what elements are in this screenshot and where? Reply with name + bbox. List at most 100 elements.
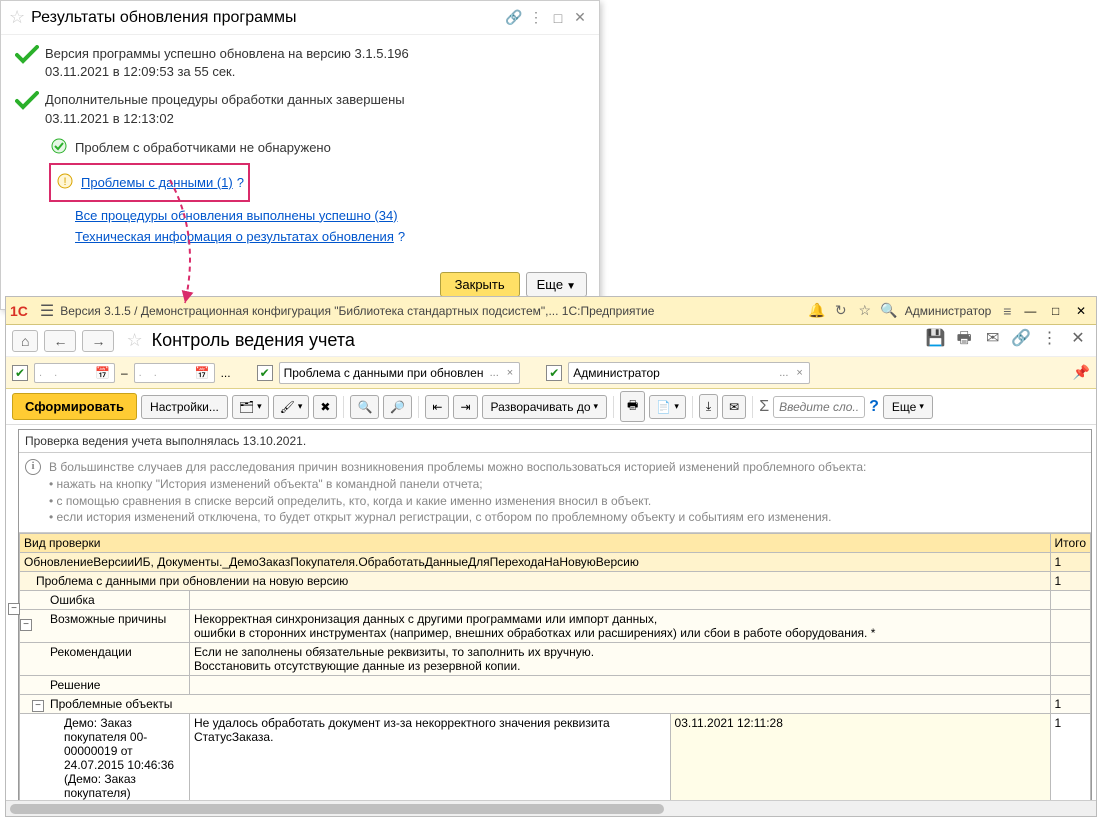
close-button[interactable]: Закрыть bbox=[440, 272, 520, 297]
info-bullet2: • с помощью сравнения в списке версий оп… bbox=[49, 493, 1085, 510]
find-button[interactable]: 🔍 bbox=[350, 395, 379, 419]
expand-button[interactable]: ⇥ bbox=[453, 395, 477, 419]
detail-row: Решение bbox=[20, 676, 1091, 695]
problem-filter-input[interactable] bbox=[284, 366, 484, 380]
report-area[interactable]: − − − Проверка ведения учета выполнялась… bbox=[6, 425, 1096, 800]
group-row[interactable]: Проблема с данными при обновлении на нов… bbox=[20, 572, 1091, 591]
problem-filter-field[interactable]: ... × bbox=[279, 362, 521, 384]
objects-total: 1 bbox=[1050, 695, 1090, 714]
user-filter-input[interactable] bbox=[573, 366, 773, 380]
report-inner: Проверка ведения учета выполнялась 13.10… bbox=[18, 429, 1092, 800]
search-icon[interactable]: 🔍 bbox=[877, 302, 901, 319]
doc-date-cell[interactable]: 03.11.2021 12:11:28 bbox=[670, 714, 1050, 800]
help-icon[interactable]: ? bbox=[398, 229, 405, 244]
kebab-menu-icon[interactable]: ⋮ bbox=[1038, 328, 1062, 348]
dialog-header: ☆ Результаты обновления программы 🔗 ⋮ □ … bbox=[1, 1, 599, 35]
user-filter-field[interactable]: ... × bbox=[568, 362, 810, 384]
link-icon[interactable]: 🔗 bbox=[503, 9, 525, 26]
ellipsis-btn[interactable]: ... bbox=[221, 366, 231, 380]
print-icon[interactable]: 🖶 bbox=[952, 327, 976, 354]
clear-button[interactable]: ✖ bbox=[313, 395, 337, 419]
user-label[interactable]: Администратор bbox=[901, 304, 996, 318]
ellipsis-btn[interactable]: ... bbox=[777, 367, 790, 379]
clear-btn[interactable]: × bbox=[505, 367, 515, 379]
group-row[interactable]: ОбновлениеВерсииИБ, Документы._ДемоЗаказ… bbox=[20, 553, 1091, 572]
collapse-button[interactable]: ⇤ bbox=[425, 395, 449, 419]
page-header-row: ⌂ ← → ☆ Контроль ведения учета 💾 🖶 ✉ 🔗 ⋮… bbox=[6, 325, 1096, 357]
send-button[interactable]: ✉ bbox=[722, 395, 746, 419]
objects-row[interactable]: Проблемные объекты 1 bbox=[20, 695, 1091, 714]
close-page-icon[interactable]: ✕ bbox=[1066, 328, 1090, 348]
find-prev-button[interactable]: 🔎 bbox=[383, 395, 412, 419]
maximize-icon[interactable]: □ bbox=[547, 10, 569, 26]
bell-icon[interactable]: 🔔 bbox=[805, 302, 829, 319]
page-star-icon[interactable]: ☆ bbox=[126, 330, 142, 350]
back-button[interactable]: ← bbox=[44, 330, 76, 352]
expand-to-button[interactable]: Разворачивать до▾ bbox=[482, 395, 608, 419]
maximize-icon[interactable]: □ bbox=[1045, 304, 1067, 318]
horizontal-scrollbar[interactable] bbox=[6, 800, 1096, 816]
save-icon[interactable]: 💾 bbox=[924, 328, 948, 348]
date-to-field[interactable]: . .📅 bbox=[134, 363, 215, 383]
cell-value-input[interactable] bbox=[779, 400, 859, 414]
hamburger-icon[interactable]: ☰ bbox=[40, 301, 54, 321]
sigma-icon[interactable]: Σ bbox=[759, 398, 769, 416]
date-filter-checkbox[interactable]: ✔ bbox=[12, 365, 28, 381]
reco-label: Рекомендации bbox=[20, 643, 190, 676]
tree-toggle[interactable]: − bbox=[32, 700, 44, 712]
report-table: Вид проверки Итого ОбновлениеВерсииИБ, Д… bbox=[19, 533, 1091, 800]
problem-filter-checkbox[interactable]: ✔ bbox=[257, 365, 273, 381]
check-icon bbox=[15, 91, 45, 127]
brush-button[interactable]: 🖌▾ bbox=[273, 395, 310, 419]
tree-toggle[interactable]: − bbox=[20, 619, 32, 631]
entry-procedures-done: Дополнительные процедуры обработки данны… bbox=[15, 91, 585, 127]
pin-icon[interactable]: 📌 bbox=[1073, 364, 1090, 381]
link-icon[interactable]: 🔗 bbox=[1009, 328, 1033, 348]
kebab-menu-icon[interactable]: ⋮ bbox=[525, 9, 547, 26]
more-button-label: Еще bbox=[537, 277, 563, 292]
window-controls: — □ ✕ bbox=[1019, 304, 1092, 318]
more-button[interactable]: Еще▼ bbox=[526, 272, 587, 297]
col-total: Итого bbox=[1050, 534, 1090, 553]
mail-icon[interactable]: ✉ bbox=[981, 328, 1005, 348]
entry2-text2: 03.11.2021 в 12:13:02 bbox=[45, 110, 585, 128]
favorite-star-icon[interactable]: ☆ bbox=[9, 7, 25, 28]
brand-logo: 1C bbox=[10, 303, 28, 319]
close-window-icon[interactable]: ✕ bbox=[1070, 304, 1092, 318]
help-icon[interactable]: ? bbox=[869, 398, 879, 416]
date-from-field[interactable]: . .📅 bbox=[34, 363, 115, 383]
page-setup-button[interactable]: 📄▾ bbox=[649, 395, 685, 419]
data-problems-link[interactable]: Проблемы с данными (1) bbox=[81, 175, 233, 190]
minimize-icon[interactable]: — bbox=[1019, 304, 1041, 318]
calendar-icon[interactable]: 📅 bbox=[195, 366, 210, 380]
dialog-body: Версия программы успешно обновлена на ве… bbox=[1, 35, 599, 264]
clear-btn[interactable]: × bbox=[794, 367, 804, 379]
dialog-title: Результаты обновления программы bbox=[31, 9, 503, 27]
document-row[interactable]: Демо: Заказ покупателя 00-00000019 от 24… bbox=[20, 714, 1091, 800]
more-actions-button[interactable]: Еще▾ bbox=[883, 395, 933, 419]
calendar-icon[interactable]: 📅 bbox=[95, 366, 110, 380]
print-button[interactable]: 🖶 bbox=[620, 391, 645, 422]
variants-button[interactable]: 🗂▾ bbox=[232, 395, 269, 419]
info-bullet1: • нажать на кнопку "История изменений об… bbox=[49, 476, 1085, 493]
save-report-button[interactable]: ⤓ bbox=[699, 394, 718, 419]
group2-total: 1 bbox=[1050, 572, 1090, 591]
generate-button[interactable]: Сформировать bbox=[12, 393, 137, 420]
svg-text:!: ! bbox=[63, 176, 66, 188]
help-icon[interactable]: ? bbox=[237, 175, 244, 190]
settings-button[interactable]: Настройки... bbox=[141, 395, 228, 419]
forward-button[interactable]: → bbox=[82, 330, 114, 352]
user-menu-icon[interactable]: ≡ bbox=[995, 303, 1019, 319]
tree-toggle[interactable]: − bbox=[8, 603, 20, 615]
home-button[interactable]: ⌂ bbox=[12, 330, 38, 352]
close-icon[interactable]: ✕ bbox=[569, 9, 591, 26]
page-title-text: Контроль ведения учета bbox=[152, 330, 355, 350]
star-icon[interactable]: ☆ bbox=[853, 302, 877, 319]
main-app-window: 1C ☰ Версия 3.1.5 / Демонстрационная кон… bbox=[5, 296, 1097, 817]
tech-info-link[interactable]: Техническая информация о результатах обн… bbox=[75, 229, 394, 244]
all-success-link[interactable]: Все процедуры обновления выполнены успеш… bbox=[75, 208, 398, 223]
ellipsis-btn[interactable]: ... bbox=[488, 367, 501, 379]
reco-text: Если не заполнены обязательные реквизиты… bbox=[190, 643, 1051, 676]
history-icon[interactable]: ↻ bbox=[829, 302, 853, 319]
user-filter-checkbox[interactable]: ✔ bbox=[546, 365, 562, 381]
